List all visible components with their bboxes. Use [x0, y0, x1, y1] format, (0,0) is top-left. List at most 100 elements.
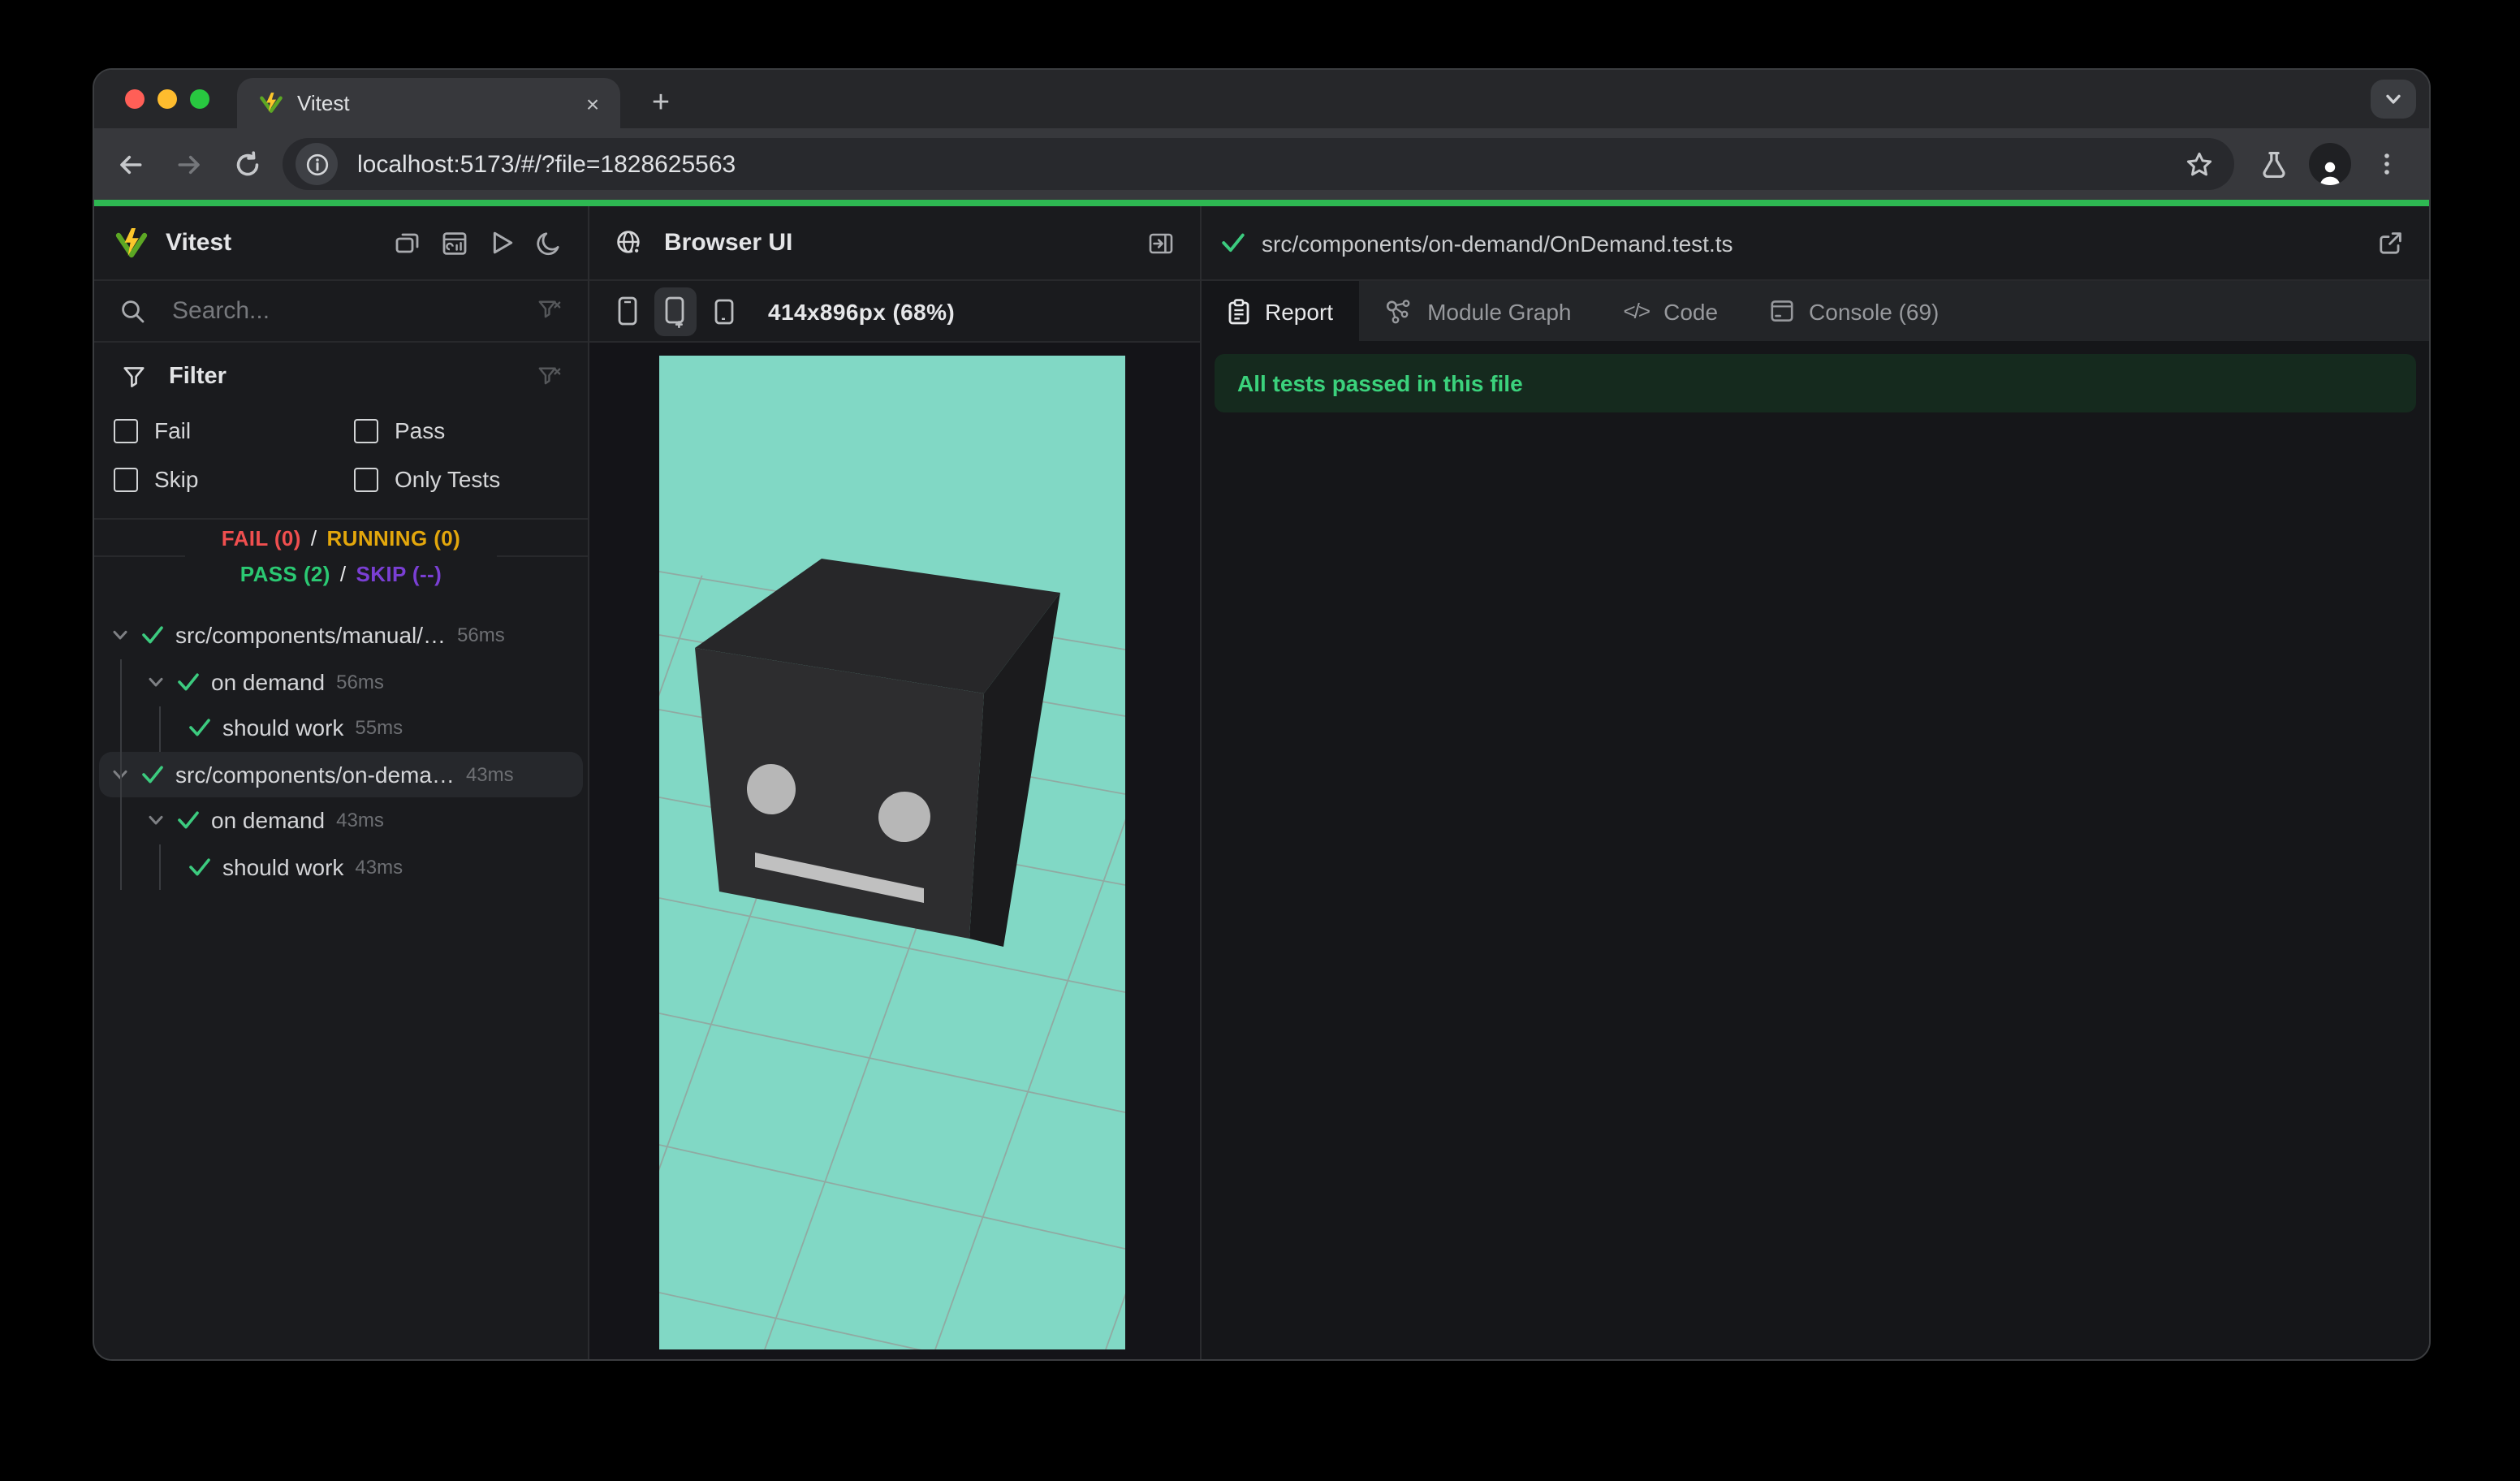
tab-close-icon[interactable]: ×	[578, 89, 607, 118]
tree-row-file-on-demand[interactable]: src/components/on-dema… 43ms	[99, 751, 583, 797]
pass-count: PASS (2)	[239, 561, 330, 585]
bookmark-star-button[interactable]	[2176, 141, 2221, 187]
reload-icon	[235, 150, 258, 175]
tree-row-suite[interactable]: on demand 56ms	[99, 658, 583, 705]
minimize-window-button[interactable]	[158, 89, 177, 109]
run-all-button[interactable]	[482, 223, 521, 262]
back-arrow-icon	[119, 154, 141, 174]
address-bar[interactable]: localhost:5173/#/?file=1828625563	[283, 138, 2234, 190]
experiments-button[interactable]	[2250, 141, 2296, 187]
chevron-down-icon	[149, 677, 163, 686]
dark-mode-button[interactable]	[529, 223, 568, 262]
browser-ui-title: Browser UI	[664, 229, 793, 257]
flask-icon	[2262, 150, 2285, 178]
app-title: Vitest	[166, 229, 232, 257]
filter-checkbox-skip[interactable]: Skip	[114, 456, 354, 502]
summary-line-1: FAIL (0) / RUNNING (0)	[221, 525, 461, 550]
browser-tab[interactable]: Vitest ×	[237, 78, 620, 128]
globe-icon	[609, 223, 648, 262]
filter-checkbox-pass[interactable]: Pass	[354, 408, 568, 453]
skip-count: SKIP (--)	[356, 561, 442, 585]
checkbox-icon[interactable]	[354, 467, 378, 491]
viewport-size-label: 414x896px (68%)	[768, 298, 956, 324]
test-tree: src/components/manual/… 56ms on demand 5…	[94, 612, 588, 1359]
vitest-ui: Vitest Search... Filter Fail Pass Skip O…	[94, 206, 2429, 1359]
search-input[interactable]	[169, 296, 513, 326]
zoom-window-button[interactable]	[190, 89, 209, 109]
tree-row-test[interactable]: should work 55ms	[99, 705, 583, 751]
detach-windows-button[interactable]	[388, 223, 427, 262]
play-icon	[492, 231, 512, 254]
clear-filter-icon[interactable]	[529, 357, 568, 396]
all-tests-passed-banner: All tests passed in this file	[1215, 354, 2416, 412]
tab-console[interactable]: Console (69)	[1744, 281, 1965, 341]
filter-section: Filter Fail Pass Skip Only Tests	[94, 343, 588, 518]
checkbox-icon[interactable]	[114, 467, 138, 491]
file-header: src/components/on-demand/OnDemand.test.t…	[1202, 206, 2429, 279]
sidebar: Vitest Search... Filter Fail Pass Skip O…	[94, 206, 588, 1359]
tablet-icon	[714, 298, 734, 324]
profile-avatar[interactable]	[2309, 143, 2351, 185]
report-panel: src/components/on-demand/OnDemand.test.t…	[1202, 206, 2429, 1359]
pass-check-icon	[1222, 233, 1245, 253]
filter-checkbox-only-tests[interactable]: Only Tests	[354, 456, 568, 502]
open-in-panel-button[interactable]	[1141, 223, 1180, 262]
clear-search-filter-icon[interactable]	[529, 291, 568, 330]
test-viewport-3d-scene[interactable]	[659, 356, 1125, 1349]
forward-arrow-icon	[177, 154, 199, 174]
moon-icon	[537, 231, 559, 255]
menu-button[interactable]	[2364, 141, 2410, 187]
robot-cube	[695, 559, 1060, 947]
funnel-icon	[114, 357, 153, 396]
pass-check-icon	[178, 672, 199, 690]
search-row	[94, 281, 588, 341]
phone-icon	[617, 296, 636, 326]
device-phone-small-button[interactable]	[606, 287, 648, 335]
tree-row-suite[interactable]: on demand 43ms	[99, 797, 583, 844]
dashboard-button[interactable]	[435, 223, 474, 262]
browser-ui-header: Browser UI	[589, 206, 1200, 279]
reload-button[interactable]	[224, 141, 270, 187]
file-path: src/components/on-demand/OnDemand.test.t…	[1262, 230, 1733, 256]
tab-module-graph[interactable]: Module Graph	[1359, 281, 1597, 341]
pass-check-icon	[189, 719, 210, 736]
person-icon	[2320, 162, 2340, 185]
sidebar-header-actions	[388, 223, 568, 262]
dashboard-icon	[442, 231, 467, 254]
tab-strip: Vitest × +	[94, 70, 2429, 128]
forward-button[interactable]	[166, 141, 211, 187]
open-external-button[interactable]	[2371, 223, 2410, 262]
report-tabs: Report Module Graph </> Code Console (69…	[1202, 281, 2429, 341]
vitest-logo-icon	[114, 227, 149, 259]
tab-code[interactable]: </> Code	[1598, 281, 1745, 341]
pass-check-icon	[178, 811, 199, 829]
running-count: RUNNING (0)	[326, 525, 461, 550]
tree-row-file-manual[interactable]: src/components/manual/… 56ms	[99, 612, 583, 658]
tab-list-chevron-button[interactable]	[2371, 80, 2416, 119]
star-icon	[2186, 151, 2211, 175]
device-phone-plus-button[interactable]	[654, 287, 697, 335]
back-button[interactable]	[107, 141, 153, 187]
device-toolbar: 414x896px (68%)	[589, 281, 1200, 341]
url-text[interactable]: localhost:5173/#/?file=1828625563	[357, 150, 2176, 178]
code-icon: </>	[1623, 299, 1651, 323]
device-tablet-button[interactable]	[703, 287, 745, 335]
tab-title: Vitest	[297, 91, 350, 115]
browser-ui-panel: Browser UI 414x896px (68%)	[589, 206, 1200, 1359]
browser-window: Vitest × + localhost:5173/#/?file=182862…	[93, 68, 2431, 1361]
screenshot-stage: Vitest × + localhost:5173/#/?file=182862…	[0, 0, 2520, 1481]
pass-check-icon	[142, 765, 163, 783]
checkbox-icon[interactable]	[354, 418, 378, 443]
chevron-down-icon	[2386, 94, 2401, 104]
panel-open-icon	[1149, 232, 1173, 253]
new-tab-button[interactable]: +	[640, 83, 682, 125]
phone-plus-icon	[665, 296, 684, 327]
checkbox-icon[interactable]	[114, 418, 138, 443]
filter-checkbox-fail[interactable]: Fail	[114, 408, 354, 453]
windows-stack-icon	[395, 232, 419, 253]
tree-row-test[interactable]: should work 43ms	[99, 844, 583, 890]
site-info-button[interactable]	[296, 143, 338, 185]
close-window-button[interactable]	[125, 89, 145, 109]
tab-report[interactable]: Report	[1202, 281, 1360, 341]
clipboard-icon	[1228, 298, 1249, 324]
